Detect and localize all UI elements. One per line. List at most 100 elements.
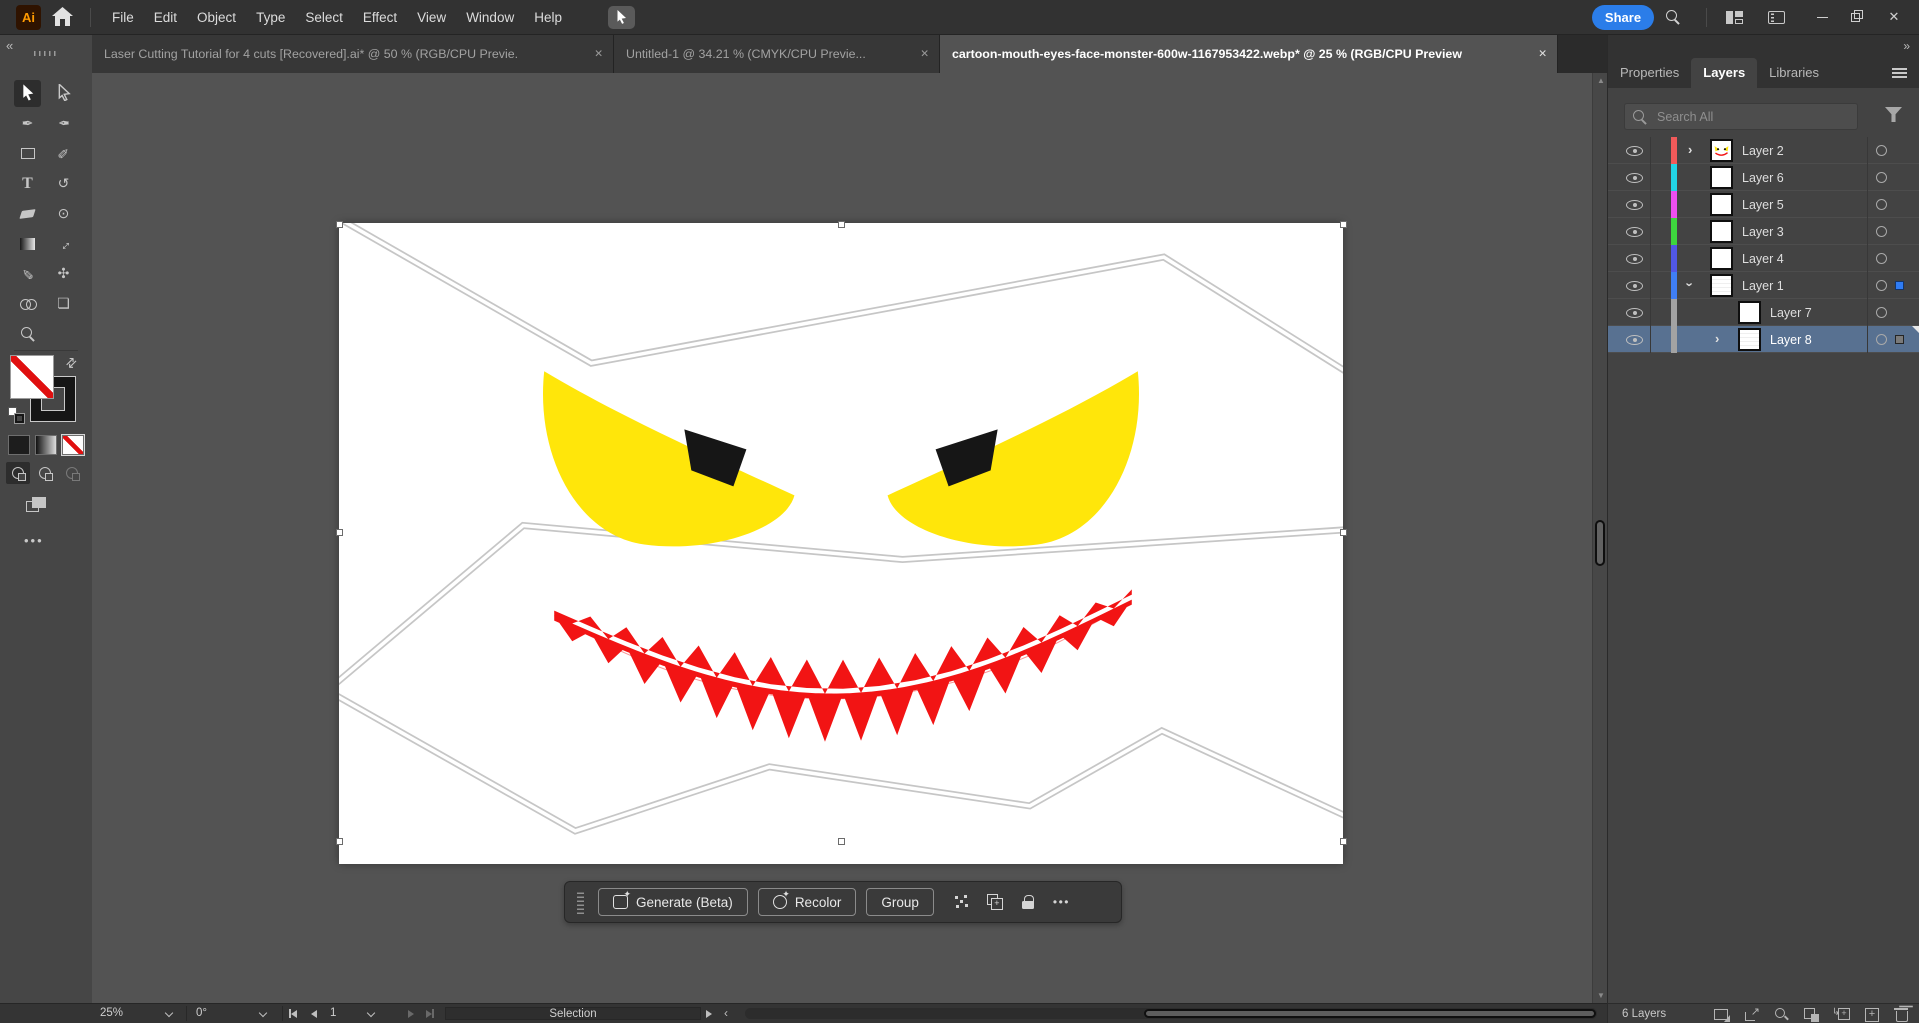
layer-row[interactable]: Layer 6 [1608, 164, 1919, 191]
tab-close-icon[interactable]: ✕ [1532, 48, 1557, 60]
zoom-level-value[interactable]: 25% [100, 1007, 123, 1019]
rotate-tool[interactable]: ↺ [50, 170, 77, 197]
lock-icon[interactable] [1020, 894, 1036, 910]
shape-builder-tool[interactable] [14, 290, 41, 317]
collapse-toolbar-icon[interactable]: « [6, 38, 13, 53]
layer-expand-chevron-icon[interactable]: › [1683, 282, 1698, 286]
menu-file[interactable]: File [102, 0, 144, 35]
layer-target-circle[interactable] [1876, 172, 1887, 183]
layer-target-circle[interactable] [1876, 199, 1887, 210]
visibility-eye-icon[interactable] [1626, 254, 1643, 264]
next-artboard-icon[interactable] [408, 1009, 414, 1021]
status-menu-arrow-icon[interactable] [706, 1009, 712, 1021]
share-button[interactable]: Share [1592, 5, 1654, 30]
layer-row[interactable]: Layer 7 [1608, 299, 1919, 326]
menu-select[interactable]: Select [295, 0, 353, 35]
zoom-dropdown-chevron-icon[interactable] [164, 1008, 174, 1018]
menu-edit[interactable]: Edit [144, 0, 187, 35]
window-restore-button[interactable] [1840, 0, 1872, 34]
rectangle-tool[interactable] [14, 140, 41, 167]
selection-handle[interactable] [336, 838, 343, 845]
filter-funnel-icon[interactable] [1885, 107, 1902, 122]
layer-thumbnail[interactable] [1738, 301, 1761, 324]
layer-name[interactable]: Layer 8 [1770, 333, 1812, 347]
home-icon[interactable] [52, 7, 73, 31]
workspace-switcher-icon[interactable] [1726, 11, 1743, 24]
menu-help[interactable]: Help [524, 0, 572, 35]
layer-target-circle[interactable] [1876, 253, 1887, 264]
layer-expand-chevron-icon[interactable]: › [1688, 142, 1692, 157]
change-screen-mode-icon[interactable] [26, 497, 48, 513]
scale-tool[interactable]: ↔ [50, 230, 77, 257]
document-tab[interactable]: Laser Cutting Tutorial for 4 cuts [Recov… [92, 35, 614, 73]
vertical-scrollbar[interactable]: ▲ ▼ [1592, 73, 1607, 1003]
previous-artboard-icon[interactable] [311, 1009, 317, 1021]
visibility-eye-icon[interactable] [1626, 146, 1643, 156]
layer-target-circle[interactable] [1876, 280, 1887, 291]
pen-tool[interactable]: ✒ [14, 110, 41, 137]
paintbrush-tool[interactable]: ✎ [50, 140, 77, 167]
window-minimize-button[interactable] [1806, 0, 1838, 34]
visibility-eye-icon[interactable] [1626, 281, 1643, 291]
artboard-tool[interactable]: ❏ [50, 290, 77, 317]
layer-expand-chevron-icon[interactable]: › [1715, 331, 1719, 346]
none-button[interactable] [61, 434, 85, 456]
layer-target-circle[interactable] [1876, 226, 1887, 237]
visibility-eye-icon[interactable] [1626, 173, 1643, 183]
zoom-tool[interactable] [14, 320, 41, 347]
illustrator-logo-icon[interactable]: Ai [16, 5, 41, 30]
eraser-tool[interactable] [14, 200, 41, 227]
layer-thumbnail[interactable] [1710, 193, 1733, 216]
type-tool[interactable]: T [14, 170, 41, 197]
direct-selection-tool[interactable] [50, 80, 77, 107]
more-options-icon[interactable]: ••• [1053, 894, 1070, 910]
curvature-tool[interactable]: ✒ [50, 110, 77, 137]
menu-view[interactable]: View [407, 0, 456, 35]
rotation-value[interactable]: 0° [196, 1007, 207, 1019]
layer-target-circle[interactable] [1876, 334, 1887, 345]
layer-name[interactable]: Layer 4 [1742, 252, 1784, 266]
first-artboard-icon[interactable] [289, 1009, 297, 1021]
menu-object[interactable]: Object [187, 0, 246, 35]
layer-thumbnail[interactable] [1710, 220, 1733, 243]
locate-object-icon[interactable] [1773, 1006, 1790, 1022]
menu-window[interactable]: Window [456, 0, 524, 35]
layer-name[interactable]: Layer 1 [1742, 279, 1784, 293]
duplicate-plus-icon[interactable] [986, 894, 1003, 910]
layer-thumbnail[interactable] [1738, 328, 1761, 351]
layer-name[interactable]: Layer 2 [1742, 144, 1784, 158]
tab-layers[interactable]: Layers [1691, 58, 1758, 88]
tab-libraries[interactable]: Libraries [1757, 58, 1831, 88]
scroll-down-icon[interactable]: ▼ [1597, 991, 1605, 1000]
menu-effect[interactable]: Effect [353, 0, 407, 35]
selection-tool[interactable] [14, 80, 41, 107]
draw-normal-button[interactable] [6, 462, 30, 484]
layer-row[interactable]: › Layer 2 [1608, 137, 1919, 164]
artboard[interactable] [339, 223, 1343, 864]
recolor-button[interactable]: Recolor [757, 888, 857, 916]
new-layer-icon[interactable] [1863, 1006, 1880, 1022]
fill-color-swatch[interactable] [10, 355, 54, 399]
scroll-up-icon[interactable]: ▲ [1597, 76, 1605, 85]
delete-layer-icon[interactable] [1893, 1006, 1910, 1022]
swap-fill-stroke-icon[interactable]: ⇄ [62, 353, 81, 372]
selection-handle[interactable] [838, 221, 845, 228]
tab-close-icon[interactable]: ✕ [588, 48, 613, 60]
edit-toolbar-icon[interactable]: ••• [24, 533, 44, 548]
last-artboard-icon[interactable] [426, 1009, 434, 1021]
collapse-scrollbar-icon[interactable]: ‹ [724, 1006, 728, 1020]
selection-handle[interactable] [336, 221, 343, 228]
draw-inside-button[interactable] [60, 462, 84, 484]
visibility-eye-icon[interactable] [1626, 200, 1643, 210]
selection-handle[interactable] [1340, 221, 1347, 228]
selection-handle[interactable] [1340, 838, 1347, 845]
eyedropper-tool[interactable]: ✎ [14, 260, 41, 287]
selection-handle[interactable] [336, 529, 343, 536]
group-button[interactable]: Group [866, 888, 934, 916]
toolbar-drag-handle[interactable] [34, 51, 59, 56]
layer-thumbnail[interactable] [1710, 247, 1733, 270]
layer-target-circle[interactable] [1876, 307, 1887, 318]
export-icon[interactable] [1743, 1005, 1760, 1022]
visibility-eye-icon[interactable] [1626, 308, 1643, 318]
tab-close-icon[interactable]: ✕ [914, 48, 939, 60]
